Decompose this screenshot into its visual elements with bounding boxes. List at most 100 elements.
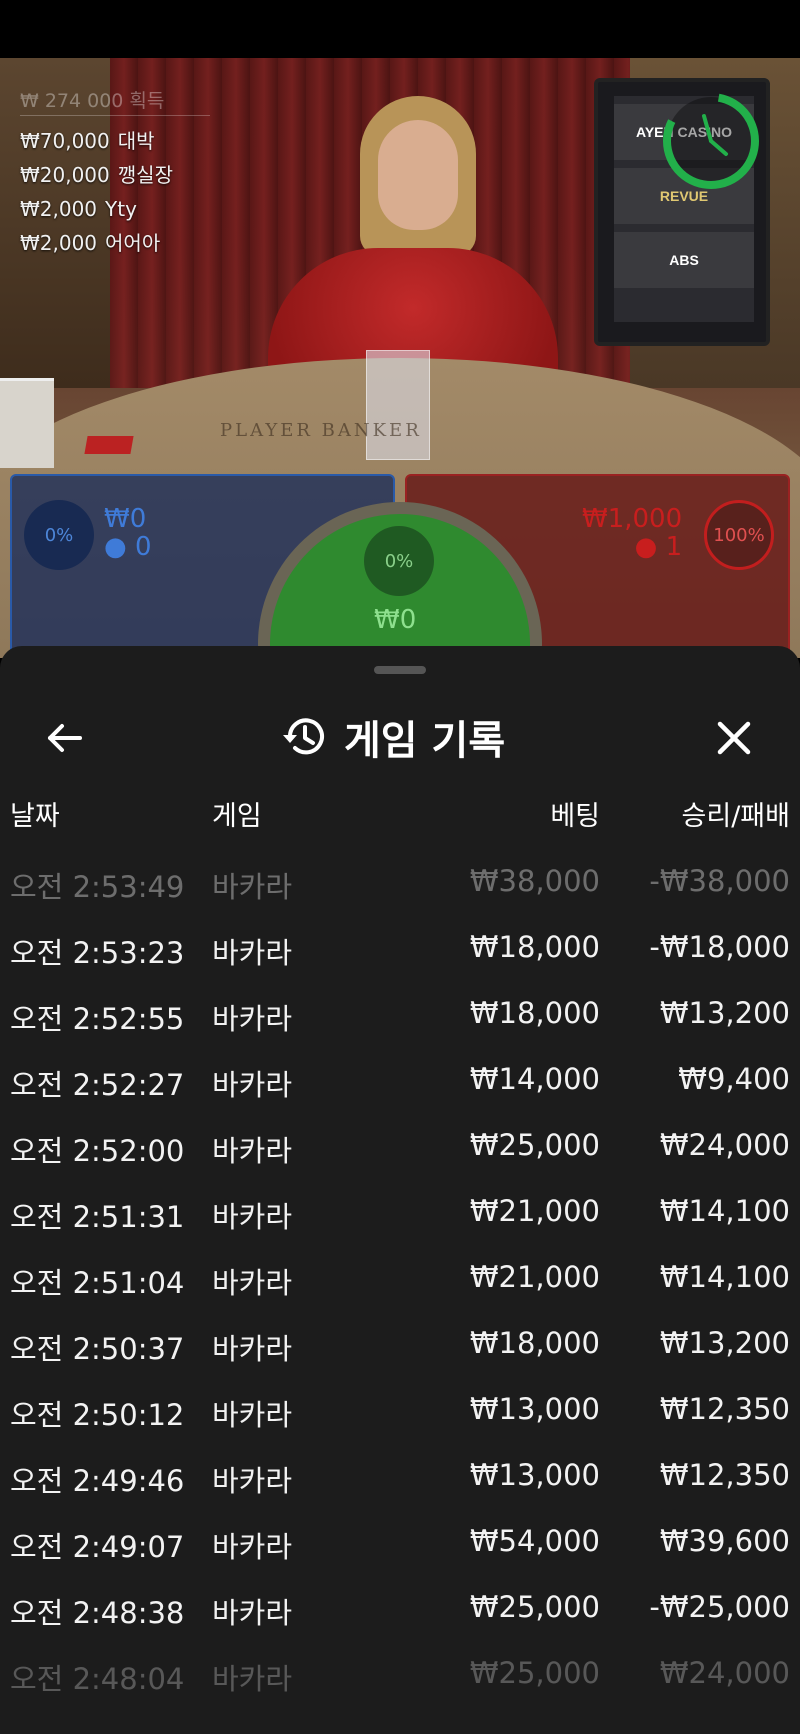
history-row[interactable]: 오전 2:53:49 바카라 ₩38,000 -₩38,000 bbox=[0, 854, 800, 920]
row-win-loss: ₩24,000 bbox=[659, 1656, 790, 1690]
card-shoe bbox=[366, 350, 430, 460]
row-date: 오전 2:52:27 bbox=[10, 1068, 185, 1102]
row-bet: ₩25,000 bbox=[469, 1128, 600, 1162]
column-header-date: 날짜 bbox=[10, 801, 60, 832]
row-date: 오전 2:52:00 bbox=[10, 1134, 185, 1168]
history-row[interactable]: 오전 2:49:07 바카라 ₩54,000 ₩39,600 bbox=[0, 1514, 800, 1580]
history-row[interactable]: 오전 2:51:04 바카라 ₩21,000 ₩14,100 bbox=[0, 1250, 800, 1316]
row-date: 오전 2:53:49 bbox=[10, 870, 185, 904]
player-bet-amount: ₩0 bbox=[104, 504, 147, 534]
row-win-loss: ₩39,600 bbox=[659, 1524, 790, 1558]
banker-bet-totals: ₩1,000 ● 1 bbox=[582, 505, 682, 561]
tie-percent: 0% bbox=[364, 526, 434, 596]
row-bet: ₩18,000 bbox=[469, 930, 600, 964]
banker-percent: 100% bbox=[704, 500, 774, 570]
row-date: 오전 2:51:04 bbox=[10, 1266, 185, 1300]
sheet-title-group: 게임 기록 bbox=[280, 712, 505, 764]
row-bet: ₩25,000 bbox=[469, 1590, 600, 1624]
history-row[interactable]: 오전 2:50:12 바카라 ₩13,000 ₩12,350 bbox=[0, 1382, 800, 1448]
row-win-loss: -₩18,000 bbox=[649, 930, 790, 964]
row-date: 오전 2:48:04 bbox=[10, 1662, 185, 1696]
row-game: 바카라 bbox=[212, 1398, 293, 1432]
row-game: 바카라 bbox=[212, 1530, 293, 1564]
history-table-header: 날짜 게임 베팅 승리/패배 bbox=[0, 794, 800, 844]
winners-header: ₩ 274 000 획득 bbox=[20, 86, 210, 116]
history-row[interactable]: 오전 2:48:38 바카라 ₩25,000 -₩25,000 bbox=[0, 1580, 800, 1646]
row-game: 바카라 bbox=[212, 1134, 293, 1168]
drag-handle[interactable] bbox=[374, 666, 426, 674]
row-game: 바카라 bbox=[212, 1200, 293, 1234]
back-button[interactable] bbox=[36, 710, 92, 766]
row-game: 바카라 bbox=[212, 870, 293, 904]
row-game: 바카라 bbox=[212, 1662, 293, 1696]
row-win-loss: ₩13,200 bbox=[659, 996, 790, 1030]
player-percent: 0% bbox=[24, 500, 94, 570]
winner-row: ₩20,000 깽실장 bbox=[20, 163, 173, 187]
row-game: 바카라 bbox=[212, 1068, 293, 1102]
recent-winners: ₩ 274 000 획득 ₩70,000 대박 ₩20,000 깽실장 ₩2,000… bbox=[20, 86, 210, 260]
row-win-loss: ₩12,350 bbox=[659, 1458, 790, 1492]
row-bet: ₩18,000 bbox=[469, 996, 600, 1030]
user-icon: ● bbox=[634, 532, 658, 562]
row-bet: ₩38,000 bbox=[469, 864, 600, 898]
row-bet: ₩25,000 bbox=[469, 1656, 600, 1690]
player-bettor-count: ● 0 bbox=[104, 532, 152, 562]
banker-bettor-count: ● 1 bbox=[634, 532, 683, 562]
sheet-header: 게임 기록 bbox=[0, 696, 800, 776]
row-date: 오전 2:52:55 bbox=[10, 1002, 185, 1036]
winner-row: ₩70,000 대박 bbox=[20, 129, 155, 153]
row-date: 오전 2:49:46 bbox=[10, 1464, 185, 1498]
winner-row: ₩2,000 어어아 bbox=[20, 231, 161, 255]
history-row[interactable]: 오전 2:53:23 바카라 ₩18,000 -₩18,000 bbox=[0, 920, 800, 986]
row-win-loss: ₩14,100 bbox=[659, 1194, 790, 1228]
close-icon bbox=[717, 721, 751, 755]
row-game: 바카라 bbox=[212, 1002, 293, 1036]
history-row[interactable]: 오전 2:50:37 바카라 ₩18,000 ₩13,200 bbox=[0, 1316, 800, 1382]
row-date: 오전 2:53:23 bbox=[10, 936, 185, 970]
game-history-sheet: 게임 기록 날짜 게임 베팅 승리/패배 오전 2:53:49 바카라 ₩38,… bbox=[0, 646, 800, 1734]
red-card bbox=[84, 436, 134, 454]
history-row[interactable]: 오전 2:52:27 바카라 ₩14,000 ₩9,400 bbox=[0, 1052, 800, 1118]
countdown-timer-icon bbox=[663, 93, 759, 189]
arrow-left-icon bbox=[48, 724, 82, 752]
card-stack bbox=[0, 378, 54, 468]
row-date: 오전 2:50:12 bbox=[10, 1398, 185, 1432]
row-win-loss: ₩24,000 bbox=[659, 1128, 790, 1162]
row-win-loss: -₩25,000 bbox=[649, 1590, 790, 1624]
history-row[interactable]: 오전 2:48:04 바카라 ₩25,000 ₩24,000 bbox=[0, 1646, 800, 1712]
row-game: 바카라 bbox=[212, 1464, 293, 1498]
row-game: 바카라 bbox=[212, 1596, 293, 1630]
history-list[interactable]: 오전 2:53:49 바카라 ₩38,000 -₩38,000 오전 2:53:… bbox=[0, 854, 800, 1712]
row-bet: ₩14,000 bbox=[469, 1062, 600, 1096]
history-row[interactable]: 오전 2:49:46 바카라 ₩13,000 ₩12,350 bbox=[0, 1448, 800, 1514]
table-label: PLAYER BANKER bbox=[220, 420, 422, 441]
tie-bet-amount: ₩0 bbox=[374, 605, 417, 635]
status-bar bbox=[0, 0, 800, 58]
row-bet: ₩18,000 bbox=[469, 1326, 600, 1360]
column-header-win-loss: 승리/패배 bbox=[681, 801, 790, 832]
row-win-loss: ₩9,400 bbox=[678, 1062, 790, 1096]
row-bet: ₩13,000 bbox=[469, 1458, 600, 1492]
row-win-loss: ₩12,350 bbox=[659, 1392, 790, 1426]
history-row[interactable]: 오전 2:52:00 바카라 ₩25,000 ₩24,000 bbox=[0, 1118, 800, 1184]
row-date: 오전 2:48:38 bbox=[10, 1596, 185, 1630]
history-row[interactable]: 오전 2:51:31 바카라 ₩21,000 ₩14,100 bbox=[0, 1184, 800, 1250]
row-game: 바카라 bbox=[212, 1266, 293, 1300]
dealer-face bbox=[378, 120, 458, 230]
row-date: 오전 2:49:07 bbox=[10, 1530, 185, 1564]
winner-row: ₩2,000 Yty bbox=[20, 197, 137, 221]
history-icon bbox=[283, 718, 324, 755]
row-bet: ₩54,000 bbox=[469, 1524, 600, 1558]
column-header-bet: 베팅 bbox=[550, 801, 600, 832]
row-win-loss: ₩14,100 bbox=[659, 1260, 790, 1294]
row-bet: ₩13,000 bbox=[469, 1392, 600, 1426]
row-game: 바카라 bbox=[212, 936, 293, 970]
row-bet: ₩21,000 bbox=[469, 1194, 600, 1228]
row-bet: ₩21,000 bbox=[469, 1260, 600, 1294]
user-icon: ● bbox=[104, 532, 127, 562]
player-bet-totals: ₩0 ● 0 bbox=[104, 505, 152, 561]
history-row[interactable]: 오전 2:52:55 바카라 ₩18,000 ₩13,200 bbox=[0, 986, 800, 1052]
tie-bet-totals: ₩0 bbox=[374, 606, 416, 634]
close-button[interactable] bbox=[706, 710, 762, 766]
row-game: 바카라 bbox=[212, 1332, 293, 1366]
